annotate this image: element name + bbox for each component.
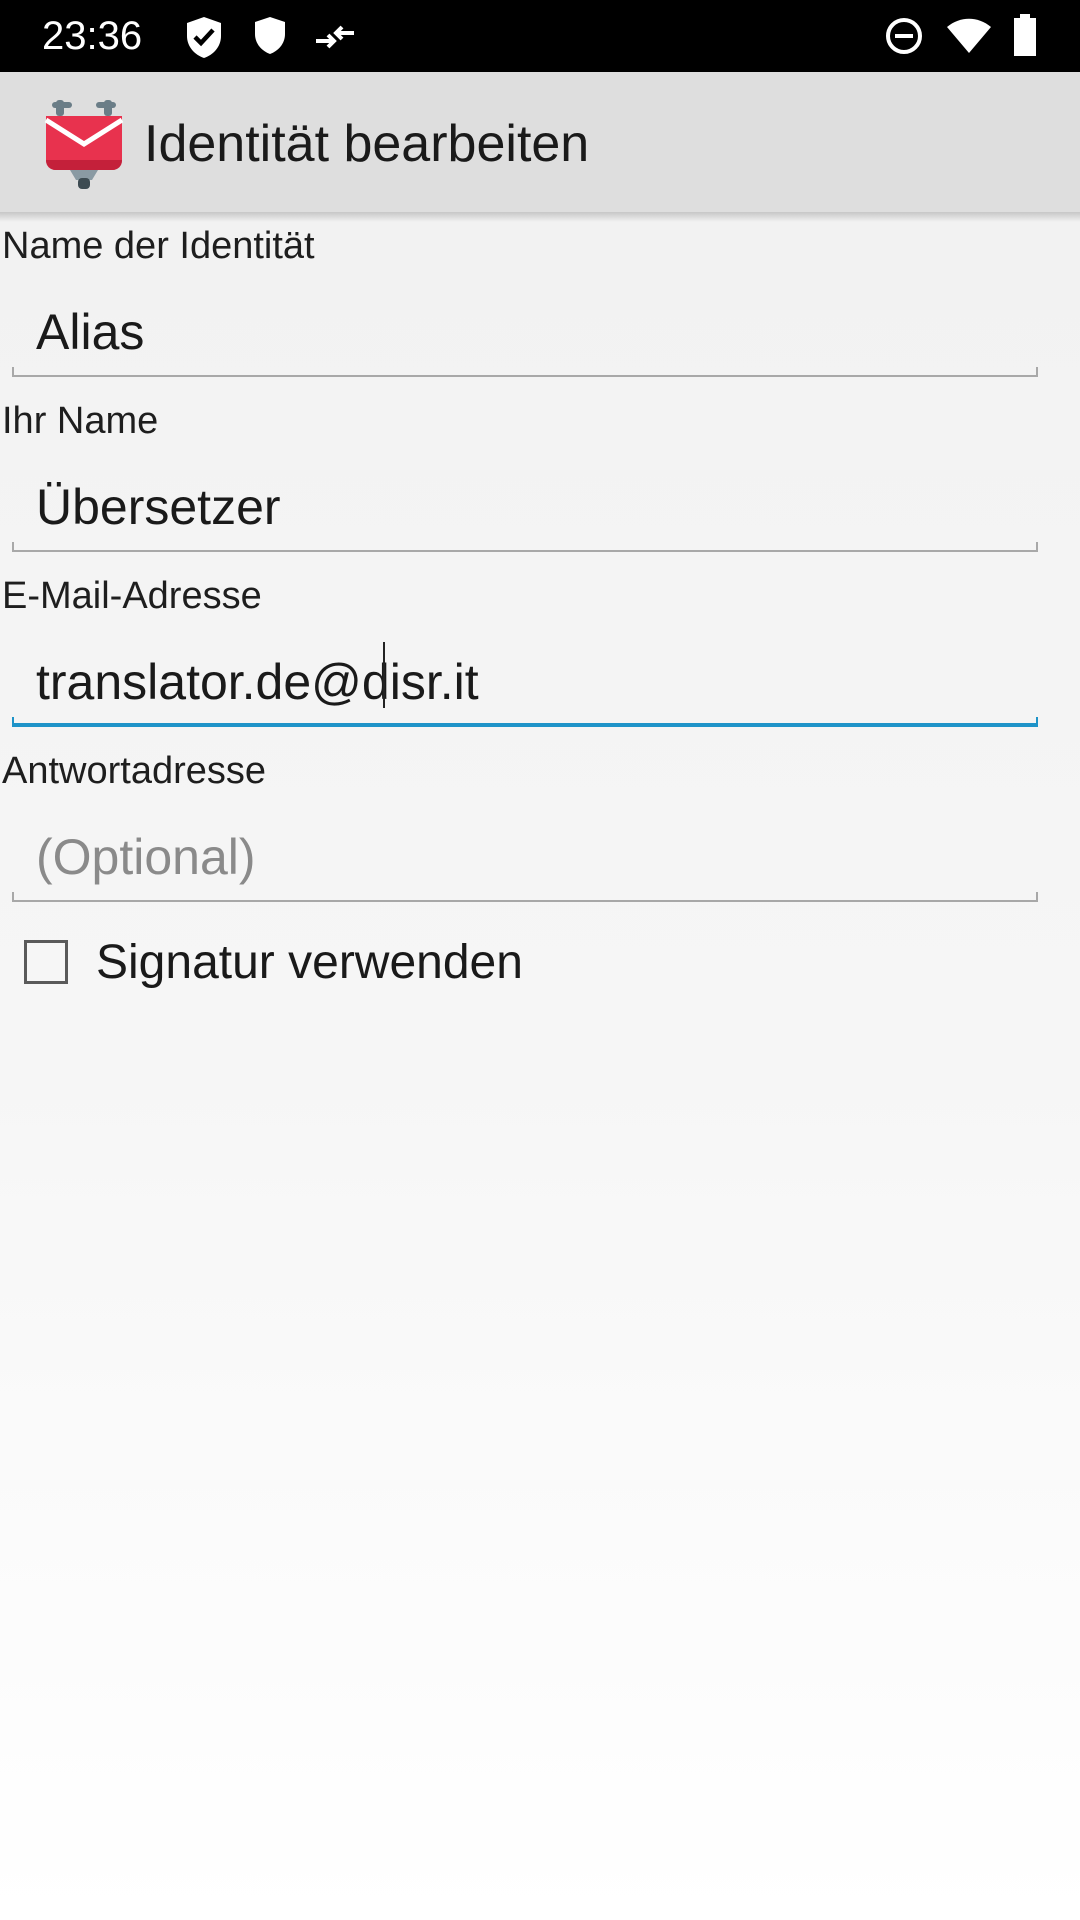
your-name-underline [12,542,1038,552]
signature-checkbox-label[interactable]: Signatur verwenden [96,934,523,992]
battery-icon [1014,14,1036,56]
email-input[interactable] [12,642,1038,722]
reply-to-label: Antwortadresse [2,750,267,792]
email-underline [12,717,1038,727]
text-cursor [383,642,385,708]
identity-name-label: Name der Identität [2,225,315,267]
shield-icon [255,17,285,54]
identity-name-underline [12,367,1038,377]
do-not-disturb-icon [886,18,922,54]
reply-to-input[interactable] [12,817,1038,897]
identity-name-input[interactable] [12,292,1038,372]
email-label: E-Mail-Adresse [2,575,262,617]
wifi-icon [947,18,991,53]
your-name-label: Ihr Name [2,400,159,442]
data-transfer-icon [316,25,354,49]
your-name-input[interactable] [12,467,1038,547]
k9-mail-logo-icon[interactable] [42,98,126,190]
status-time: 23:36 [42,14,143,58]
reply-to-underline [12,892,1038,902]
shield-check-icon [187,17,221,58]
status-bar: 23:36 [0,0,1080,72]
page-title: Identität bearbeiten [144,115,590,173]
app-bar-shadow [0,212,1080,222]
signature-checkbox[interactable] [24,940,68,984]
